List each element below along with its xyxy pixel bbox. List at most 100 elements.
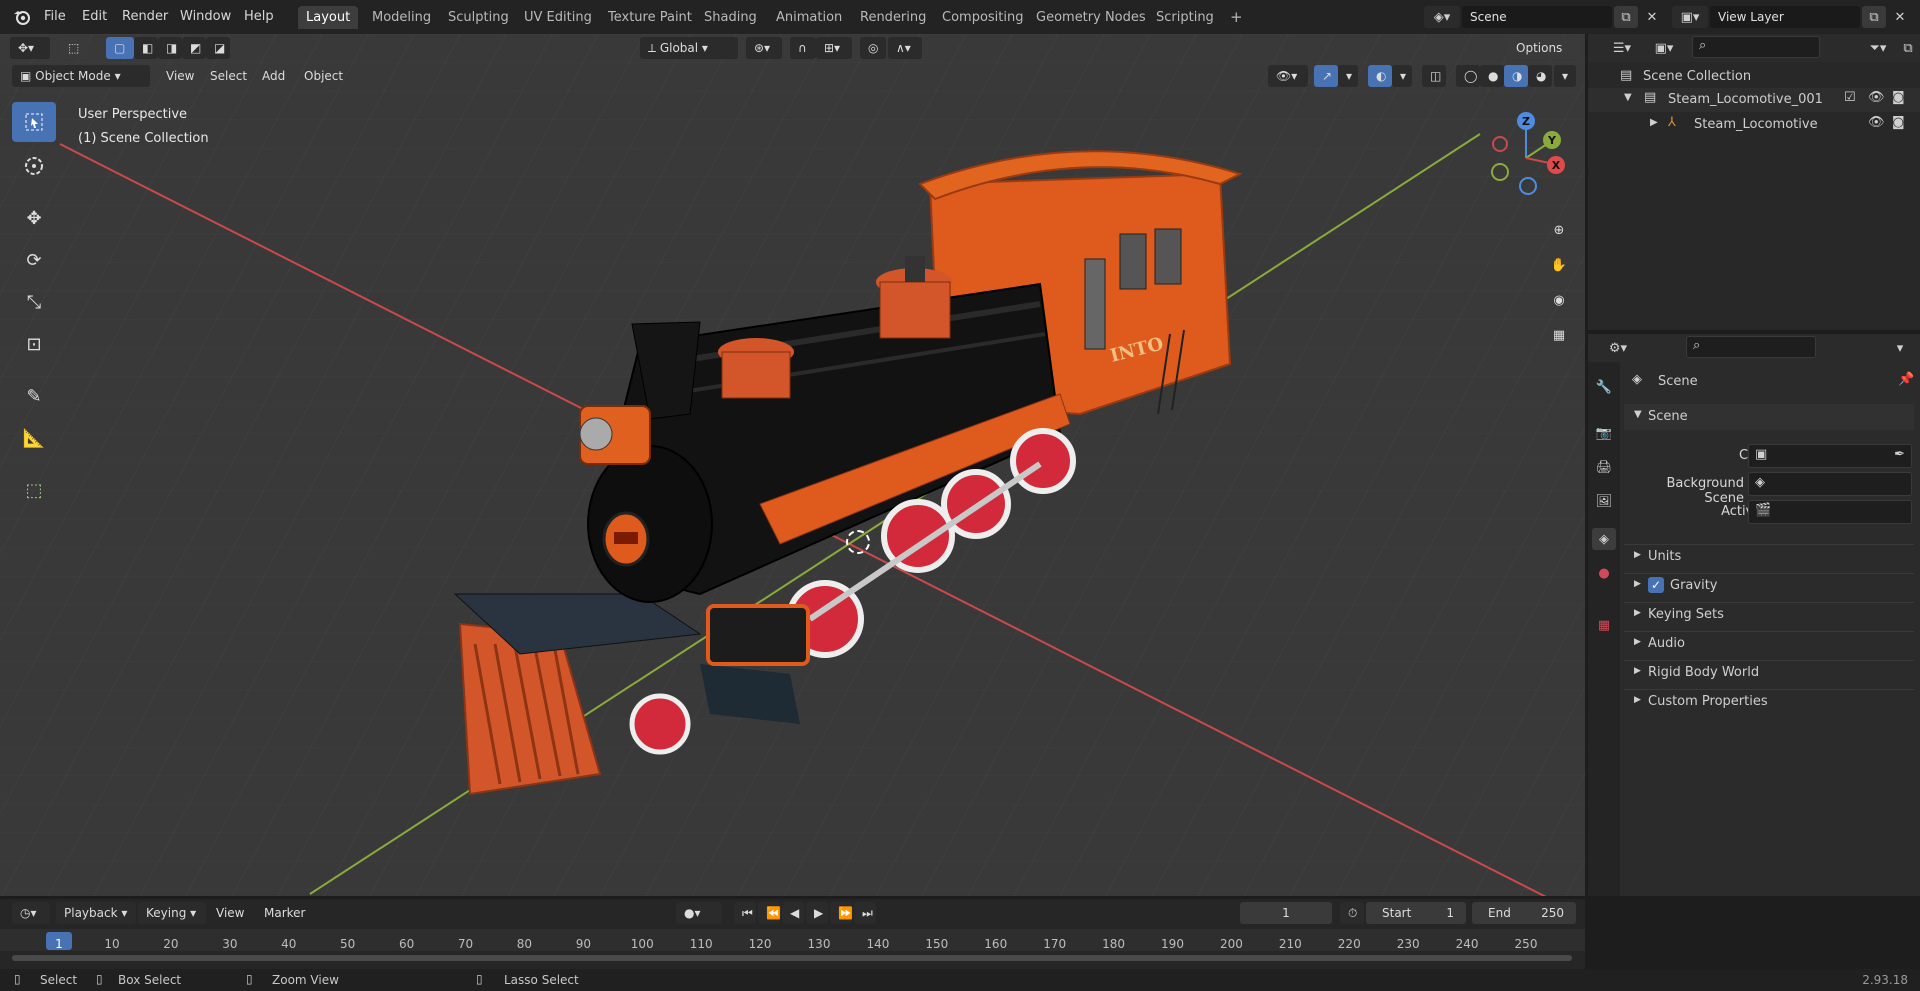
- properties-editor-type-icon[interactable]: ⚙▾: [1600, 337, 1636, 359]
- steam-locomotive-model[interactable]: INTO: [0, 34, 1585, 896]
- eyedropper-icon[interactable]: ✒: [1894, 447, 1905, 462]
- add-workspace-icon[interactable]: +: [1222, 6, 1251, 29]
- expand-arrow-icon[interactable]: ▶: [1650, 117, 1658, 128]
- pivot-point-icon[interactable]: ⊛▾: [746, 37, 782, 59]
- view-layer-browse-icon[interactable]: ▣▾: [1672, 6, 1708, 28]
- measure-tool-icon[interactable]: 📐: [12, 418, 56, 458]
- menu-render[interactable]: Render: [118, 0, 172, 34]
- view-layer-tab-icon[interactable]: 🖼: [1592, 490, 1616, 512]
- outliner-editor-type-icon[interactable]: ☰▾: [1604, 37, 1640, 59]
- visibility-toggle-icon[interactable]: 👁▾: [1268, 65, 1308, 87]
- panel-gravity[interactable]: ▶ ✓ Gravity: [1624, 573, 1914, 597]
- tab-shading[interactable]: Shading: [696, 6, 765, 29]
- move-tool-icon[interactable]: ✥: [12, 198, 56, 238]
- jump-keyframe-forward-icon[interactable]: ⏩: [830, 902, 853, 924]
- menu-file[interactable]: File: [40, 0, 70, 34]
- panel-audio[interactable]: ▶ Audio: [1624, 631, 1914, 655]
- viewport-menu-add[interactable]: Add: [254, 65, 293, 87]
- properties-search-input[interactable]: ⌕: [1686, 336, 1816, 358]
- background-scene-field[interactable]: ◈: [1748, 472, 1912, 496]
- shading-options-icon[interactable]: ▾: [1554, 65, 1576, 87]
- annotate-tool-icon[interactable]: ✎: [12, 376, 56, 416]
- outliner-search-input[interactable]: ⌕: [1692, 36, 1820, 58]
- ortho-grid-toggle-icon[interactable]: ▦: [1543, 319, 1575, 351]
- viewport-menu-object[interactable]: Object: [296, 65, 351, 87]
- menu-help[interactable]: Help: [240, 0, 278, 34]
- overlays-toggle-icon[interactable]: ◐: [1368, 65, 1392, 87]
- timeline-menu-view[interactable]: View: [208, 902, 252, 924]
- gizmo-dropdown-icon[interactable]: ▾: [1338, 65, 1358, 87]
- camera-field[interactable]: ▣ ✒: [1748, 444, 1912, 468]
- properties-options-icon[interactable]: ▾: [1888, 337, 1912, 359]
- editor-type-icon[interactable]: ✥▾: [10, 37, 50, 59]
- gizmo-toggle-icon[interactable]: ↗: [1314, 65, 1338, 87]
- panel-keying-sets[interactable]: ▶ Keying Sets: [1624, 602, 1914, 626]
- timeline-scrollbar[interactable]: [12, 955, 1572, 961]
- shading-solid-icon[interactable]: ●: [1480, 65, 1504, 87]
- render-tab-icon[interactable]: 📷: [1592, 422, 1616, 444]
- viewport-menu-view[interactable]: View: [158, 65, 202, 87]
- navigation-gizmo[interactable]: Z Y X: [1480, 106, 1570, 196]
- jump-keyframe-back-icon[interactable]: ⏪: [758, 902, 781, 924]
- view-layer-name-field[interactable]: View Layer: [1710, 6, 1860, 28]
- gravity-checkbox[interactable]: ✓: [1648, 577, 1664, 593]
- outliner-row-root[interactable]: ▤ Scene Collection: [1588, 66, 1920, 88]
- jump-to-start-icon[interactable]: ⏮: [734, 902, 756, 924]
- viewport-menu-select[interactable]: Select: [202, 65, 255, 87]
- tab-rendering[interactable]: Rendering: [852, 6, 934, 29]
- tab-animation[interactable]: Animation: [768, 6, 850, 29]
- 3d-viewport[interactable]: INTO User Perspective (1) Scene Collecti…: [0, 34, 1585, 896]
- select-box-tool-icon[interactable]: [12, 102, 56, 142]
- zoom-view-icon[interactable]: ⊕: [1543, 214, 1575, 246]
- cursor-tool-icon[interactable]: [12, 146, 56, 186]
- shading-wireframe-icon[interactable]: ◯: [1456, 65, 1480, 87]
- panel-units[interactable]: ▶ Units: [1624, 544, 1914, 568]
- expand-arrow-icon[interactable]: ▼: [1624, 92, 1632, 103]
- outliner-display-mode-icon[interactable]: ▣▾: [1646, 37, 1682, 59]
- scene-browse-icon[interactable]: ◈▾: [1424, 6, 1460, 28]
- tab-sculpting[interactable]: Sculpting: [440, 6, 517, 29]
- tab-compositing[interactable]: Compositing: [934, 6, 1032, 29]
- outliner-row-object[interactable]: ▶ ⅄ Steam_Locomotive 👁 ◙: [1588, 113, 1920, 137]
- render-camera-icon[interactable]: ◙: [1892, 115, 1905, 130]
- select-subtract-icon[interactable]: ◨: [158, 37, 182, 59]
- shading-rendered-icon[interactable]: ◕: [1528, 65, 1552, 87]
- select-intersect-icon[interactable]: ◪: [206, 37, 230, 59]
- tab-scripting[interactable]: Scripting: [1148, 6, 1222, 29]
- world-tab-icon[interactable]: ●: [1592, 562, 1616, 584]
- tab-layout[interactable]: Layout: [298, 6, 359, 29]
- visibility-eye-icon[interactable]: 👁: [1868, 115, 1885, 130]
- new-scene-icon[interactable]: ⧉: [1614, 6, 1638, 28]
- scene-tab-icon[interactable]: ◈: [1592, 528, 1616, 550]
- timeline-menu-keying[interactable]: Keying ▾: [138, 902, 206, 924]
- rotate-tool-icon[interactable]: ⟳: [12, 240, 56, 280]
- select-set-icon[interactable]: ▢: [106, 37, 134, 59]
- tool-tab-icon[interactable]: 🔧: [1592, 376, 1616, 398]
- new-collection-icon[interactable]: ⧉: [1896, 37, 1920, 59]
- camera-view-icon[interactable]: ◉: [1543, 284, 1575, 316]
- new-view-layer-icon[interactable]: ⧉: [1862, 6, 1886, 28]
- render-camera-icon[interactable]: ◙: [1892, 90, 1905, 105]
- shading-material-icon[interactable]: ◑: [1504, 65, 1528, 87]
- exclude-checkbox-icon[interactable]: ☑: [1844, 90, 1856, 105]
- play-icon[interactable]: ▶: [806, 902, 828, 924]
- tab-uv-editing[interactable]: UV Editing: [516, 6, 600, 29]
- outliner-row-collection[interactable]: ▼ ▤ Steam_Locomotive_001 ☑ 👁 ◙: [1588, 88, 1920, 112]
- add-cube-tool-icon[interactable]: ⬚: [12, 470, 56, 510]
- active-clip-field[interactable]: 🎬: [1748, 500, 1912, 524]
- delete-view-layer-icon[interactable]: ✕: [1888, 6, 1912, 28]
- options-dropdown[interactable]: Options ▾: [1508, 37, 1580, 77]
- pin-icon[interactable]: 📌: [1898, 372, 1914, 387]
- menu-window[interactable]: Window: [176, 0, 235, 34]
- visibility-eye-icon[interactable]: 👁: [1868, 90, 1885, 105]
- blender-logo-icon[interactable]: [12, 8, 32, 26]
- select-extend-icon[interactable]: ◧: [134, 37, 158, 59]
- current-frame-field[interactable]: 1: [1240, 902, 1332, 924]
- play-reverse-icon[interactable]: ◀: [782, 902, 804, 924]
- panel-rigid-body-world[interactable]: ▶ Rigid Body World: [1624, 660, 1914, 684]
- auto-keying-icon[interactable]: ●▾: [676, 902, 722, 924]
- menu-edit[interactable]: Edit: [78, 0, 111, 34]
- texture-tab-icon[interactable]: ▦: [1592, 614, 1616, 636]
- proportional-edit-icon[interactable]: ◎: [860, 37, 886, 59]
- scene-name-field[interactable]: Scene: [1462, 6, 1612, 28]
